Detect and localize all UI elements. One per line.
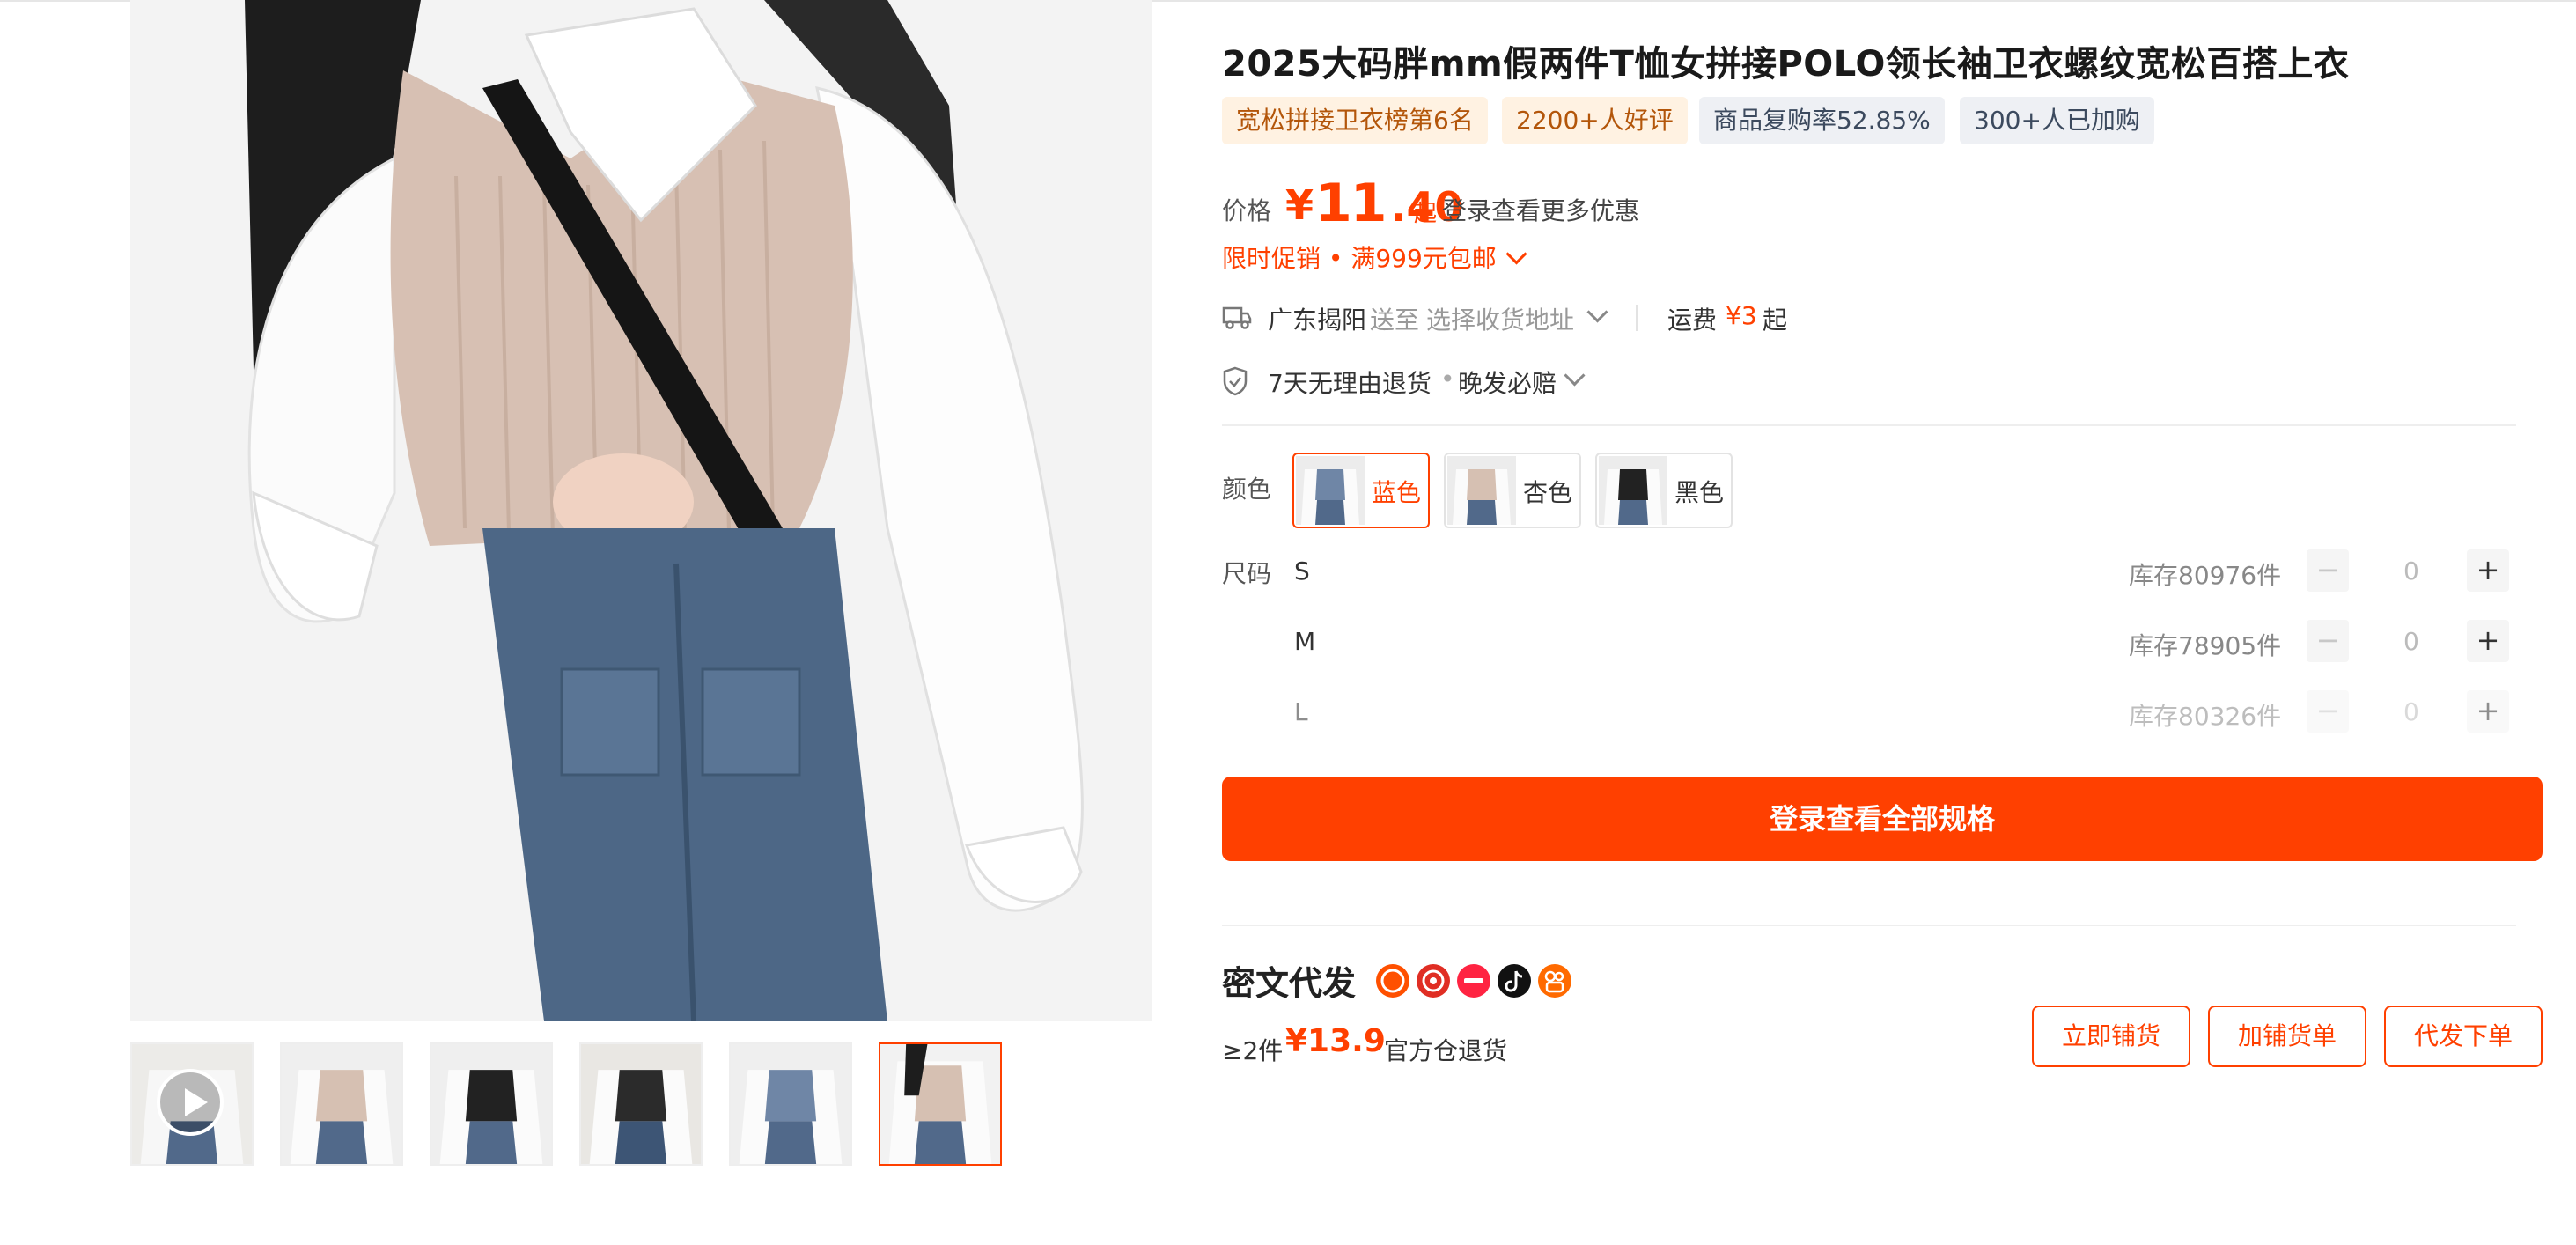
dropship-order-button[interactable]: 代发下单 (2384, 1006, 2543, 1067)
increase-quantity-button[interactable]: + (2467, 690, 2509, 733)
size-label: 尺码 (1222, 559, 1272, 588)
size-name: L (1294, 697, 1308, 726)
quantity-value[interactable]: 0 (2403, 627, 2419, 656)
chevron-down-icon (1564, 365, 1586, 387)
price-integer: 11 (1315, 173, 1387, 234)
model-photo (130, 0, 1152, 1021)
decrease-quantity-button[interactable]: − (2307, 690, 2349, 733)
size-name: M (1294, 627, 1316, 656)
list-now-button[interactable]: 立即铺货 (2032, 1006, 2190, 1067)
thumbnail-6-selected[interactable] (879, 1042, 1002, 1166)
decrease-quantity-button[interactable]: − (2307, 549, 2349, 592)
decrease-quantity-button[interactable]: − (2307, 620, 2349, 662)
increase-quantity-button[interactable]: + (2467, 549, 2509, 592)
late-shipment-compensation: 晚发必赔 (1458, 369, 1557, 398)
return-policy: 7天无理由退货 (1268, 369, 1432, 398)
promo-text: 限时促销 • 满999元包邮 (1222, 244, 1497, 273)
dropship-price: ¥13.9 (1285, 1023, 1386, 1059)
address-selector[interactable]: 选择收货地址 (1426, 301, 1574, 336)
thumbnail-video[interactable] (130, 1042, 254, 1166)
add-to-listing-button[interactable]: 加铺货单 (2208, 1006, 2366, 1067)
size-name: S (1294, 556, 1310, 586)
main-product-image[interactable] (130, 0, 1152, 1021)
kuaishou-icon (1538, 964, 1571, 998)
color-name: 蓝色 (1372, 478, 1422, 507)
login-more-offers-link[interactable]: 登录查看更多优惠 (1442, 192, 1639, 227)
xiaohongshu-icon (1457, 964, 1490, 998)
login-view-all-specs-button[interactable]: 登录查看全部规格 (1222, 777, 2543, 861)
shipping-fee-label: 运费 (1667, 306, 1718, 335)
color-option-blue[interactable]: 蓝色 (1292, 453, 1430, 528)
quantity-value[interactable]: 0 (2403, 697, 2419, 726)
chevron-down-icon (1505, 243, 1527, 265)
dropship-title: 密文代发 (1222, 964, 1357, 1003)
section-divider (1222, 424, 2516, 426)
thumbnail-5[interactable] (729, 1042, 852, 1166)
thumbnail-3[interactable] (430, 1042, 553, 1166)
pinduoduo-icon (1417, 964, 1450, 998)
shipping-fee-suffix: 起 (1763, 306, 1788, 335)
ship-origin: 广东揭阳 (1268, 306, 1367, 335)
repurchase-rate-tag: 商品复购率52.85% (1699, 97, 1945, 144)
color-label: 颜色 (1222, 475, 1272, 504)
ranking-tag[interactable]: 宽松拼接卫衣榜第6名 (1222, 97, 1488, 144)
ship-to-label: 送至 (1370, 306, 1420, 335)
currency-symbol: ¥ (1285, 181, 1314, 229)
stock-count: 库存78905件 (2129, 631, 2282, 660)
cart-count-tag: 300+人已加购 (1960, 97, 2154, 144)
quantity-value[interactable]: 0 (2403, 556, 2419, 586)
size-row-m: M 库存78905件 − 0 + (1292, 618, 2525, 664)
stock-count: 库存80976件 (2129, 561, 2282, 590)
chevron-down-icon[interactable] (1586, 301, 1608, 323)
promo-dropdown[interactable]: 限时促销 • 满999元包邮 (1222, 239, 1527, 275)
stock-count: 库存80326件 (2129, 702, 2282, 731)
dropship-min-qty: ≥2件 (1222, 1036, 1284, 1065)
thumbnail-4[interactable] (579, 1042, 703, 1166)
truck-icon (1222, 306, 1252, 329)
reviews-tag[interactable]: 2200+人好评 (1502, 97, 1688, 144)
product-title: 2025大码胖mm假两件T恤女拼接POLO领长袖卫衣螺纹宽松百搭上衣 (1222, 44, 2350, 85)
color-name: 黑色 (1674, 478, 1725, 507)
color-name: 杏色 (1523, 478, 1573, 507)
section-divider (1222, 925, 2516, 926)
shield-check-icon (1223, 366, 1248, 396)
thumbnail-2[interactable] (280, 1042, 403, 1166)
color-thumbnail (1599, 456, 1667, 525)
official-warehouse-return: 官方仓退货 (1384, 1036, 1508, 1065)
play-icon (157, 1069, 224, 1136)
separator-dot: • (1440, 365, 1455, 394)
price-label: 价格 (1222, 196, 1272, 225)
size-row-l: L 库存80326件 − 0 + (1292, 689, 2525, 734)
color-thumbnail (1296, 456, 1365, 525)
color-option-apricot[interactable]: 杏色 (1444, 453, 1581, 528)
color-thumbnail (1447, 456, 1516, 525)
shipping-fee-value: ¥3 (1726, 301, 1757, 330)
size-row-s: S 库存80976件 − 0 + (1292, 548, 2525, 593)
douyin-icon (1498, 964, 1531, 998)
increase-quantity-button[interactable]: + (2467, 620, 2509, 662)
color-option-black[interactable]: 黑色 (1595, 453, 1733, 528)
price-suffix: 起 (1414, 201, 1438, 227)
thumbnail-strip (130, 1042, 1152, 1168)
taobao-icon (1376, 964, 1409, 998)
divider (1636, 305, 1638, 331)
